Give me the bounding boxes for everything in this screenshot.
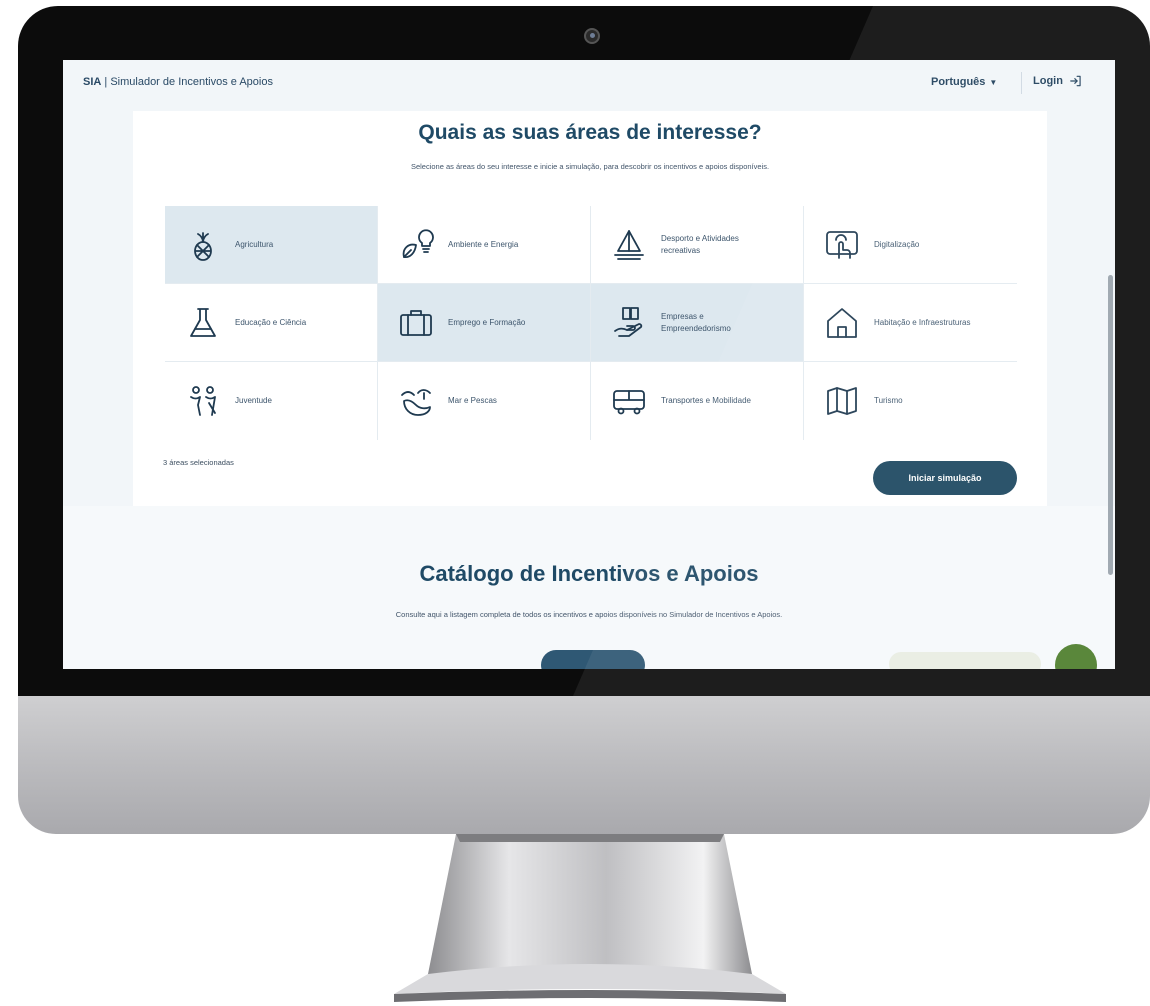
imac-monitor: SIA | Simulador de Incentivos e Apoios P… [18,6,1150,834]
interests-subtitle: Selecione as áreas do seu interesse e in… [410,162,770,171]
area-mar-pescas[interactable]: Mar e Pescas [378,362,591,440]
catalog-title: Catálogo de Incentivos e Apoios [419,561,759,586]
caret-down-icon: ▼ [989,78,998,87]
area-digitalizacao[interactable]: Digitalização [804,206,1017,284]
cookie-banner-pill[interactable] [889,652,1041,669]
eco-bulb-icon [402,228,434,258]
language-label: Português [931,76,986,88]
area-label: Habitação e Infraestruturas [874,317,971,327]
area-label: Ambiente e Energia [448,239,519,249]
map-icon [827,387,857,415]
area-label: Empresas e Empreendedorismo [661,311,731,333]
area-label: Desporto e Atividades recreativas [661,233,739,255]
area-label: Transportes e Mobilidade [661,396,751,405]
monitor-chin [18,696,1150,834]
area-juventude[interactable]: Juventude [165,362,378,440]
area-label: Juventude [235,396,272,405]
selected-areas-count: 3 áreas selecionadas [163,458,234,467]
area-label: Digitalização [874,239,920,249]
webcam-icon [584,28,600,44]
catalog-button[interactable] [541,650,645,669]
briefcase-icon [400,309,432,336]
sailboat-icon [614,229,644,260]
house-icon [827,307,857,338]
login-button[interactable]: Login [1033,74,1083,88]
flask-icon [190,307,216,337]
area-desporto-atividades[interactable]: Desporto e Atividades recreativas [591,206,804,284]
area-label: Turismo [874,396,903,405]
area-label: Educação e Ciência [235,317,307,327]
login-label: Login [1033,75,1063,87]
site-brand[interactable]: SIA | Simulador de Incentivos e Apoios [83,76,273,88]
page-gutter-left [63,111,133,506]
area-transportes-mobilidade[interactable]: Transportes e Mobilidade [591,362,804,440]
interest-areas-grid: Agricultura Ambiente e Energia Desporto … [165,206,1017,440]
area-label: Agricultura [235,239,274,249]
login-icon [1070,75,1081,87]
interests-panel: Quais as suas áreas de interesse? Seleci… [133,111,1047,506]
browser-viewport: SIA | Simulador de Incentivos e Apoios P… [63,60,1115,669]
fish-wave-icon [401,389,431,416]
area-label: Emprego e Formação [448,317,526,327]
monitor-bezel: SIA | Simulador de Incentivos e Apoios P… [18,6,1150,696]
bus-icon [613,390,645,415]
brand-name: Simulador de Incentivos e Apoios [110,76,273,88]
chat-button[interactable] [1055,644,1097,669]
brand-short: SIA [83,76,102,88]
page-scrollbar[interactable] [1108,275,1113,575]
area-agricultura[interactable]: Agricultura [165,206,378,284]
start-simulation-button[interactable]: Iniciar simulação [873,461,1017,495]
area-emprego-formacao[interactable]: Emprego e Formação [378,284,591,362]
interests-title: Quais as suas áreas de interesse? [418,121,762,144]
brand-separator: | [104,76,108,88]
language-selector[interactable]: Português ▼ [931,76,997,88]
nav-divider [1021,72,1022,94]
pineapple-icon [194,231,212,261]
area-habitacao-infraestruturas[interactable]: Habitação e Infraestruturas [804,284,1017,362]
people-icon [190,386,216,416]
area-ambiente-energia[interactable]: Ambiente e Energia [378,206,591,284]
hand-docs-icon [614,306,643,337]
area-educacao-ciencia[interactable]: Educação e Ciência [165,284,378,362]
page-gutter-right [1047,111,1115,506]
touch-screen-icon [826,230,858,259]
area-empresas-empreendedorismo[interactable]: Empresas e Empreendedorismo [591,284,804,362]
top-navigation-bar: SIA | Simulador de Incentivos e Apoios P… [63,60,1115,112]
monitor-stand [394,834,786,1002]
catalog-subtitle: Consulte aqui a listagem completa de tod… [395,610,783,619]
area-label: Mar e Pescas [448,396,497,405]
area-turismo[interactable]: Turismo [804,362,1017,440]
